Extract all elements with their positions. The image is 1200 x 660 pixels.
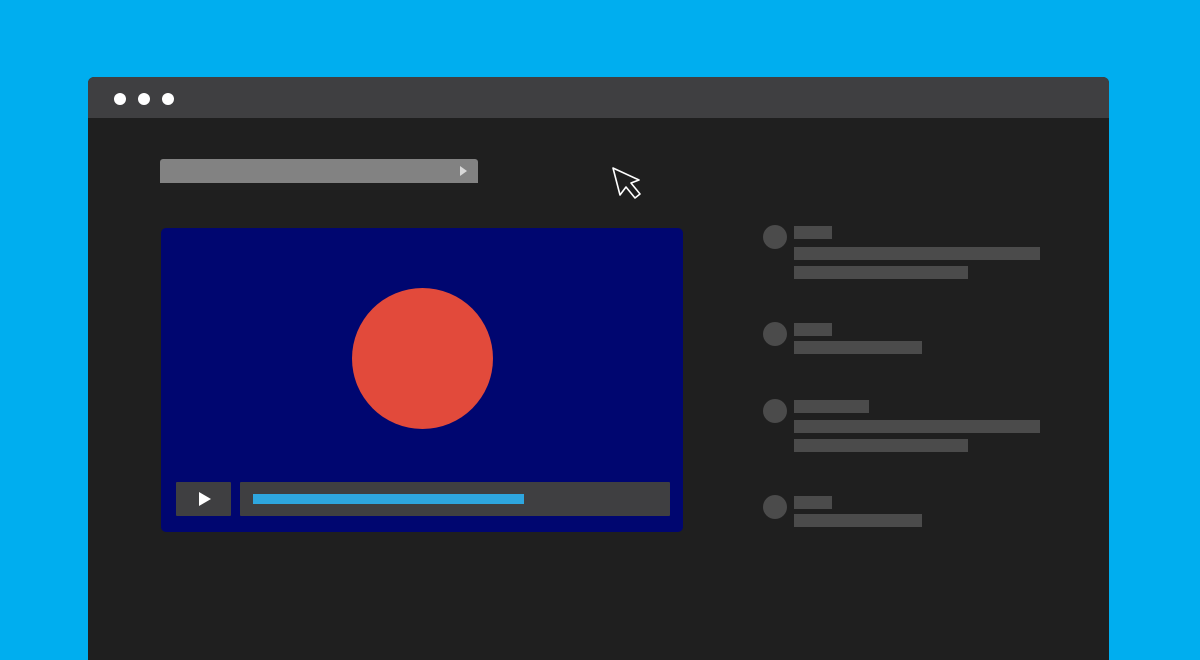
avatar: [763, 322, 787, 346]
play-button[interactable]: [176, 482, 231, 516]
play-icon: [199, 492, 211, 506]
comment-text-line: [794, 341, 922, 354]
mouse-pointer-icon: [612, 167, 641, 199]
comment-text-line: [794, 420, 1040, 433]
comment-author-placeholder: [794, 226, 832, 239]
window-title-bar: [88, 77, 1109, 118]
browser-window: [88, 77, 1109, 660]
comment-text-line: [794, 266, 968, 279]
comment-item: [763, 319, 1063, 389]
arrow-right-icon[interactable]: [460, 166, 467, 176]
comments-list: [763, 222, 1063, 552]
video-player[interactable]: [161, 228, 683, 532]
avatar: [763, 495, 787, 519]
comment-author-placeholder: [794, 323, 832, 336]
comment-item: [763, 222, 1063, 292]
comment-author-placeholder: [794, 400, 869, 413]
comment-item: [763, 396, 1063, 466]
video-progress-fill: [253, 494, 524, 504]
window-dot-icon[interactable]: [114, 93, 126, 105]
comment-author-placeholder: [794, 496, 832, 509]
comment-text-line: [794, 439, 968, 452]
comment-text-line: [794, 247, 1040, 260]
avatar: [763, 399, 787, 423]
window-dot-icon[interactable]: [162, 93, 174, 105]
address-bar[interactable]: [160, 159, 478, 183]
avatar: [763, 225, 787, 249]
video-progress-bar[interactable]: [240, 482, 670, 516]
window-dot-icon[interactable]: [138, 93, 150, 105]
comment-item: [763, 492, 1063, 562]
video-frame-shape: [352, 288, 493, 429]
comment-text-line: [794, 514, 922, 527]
